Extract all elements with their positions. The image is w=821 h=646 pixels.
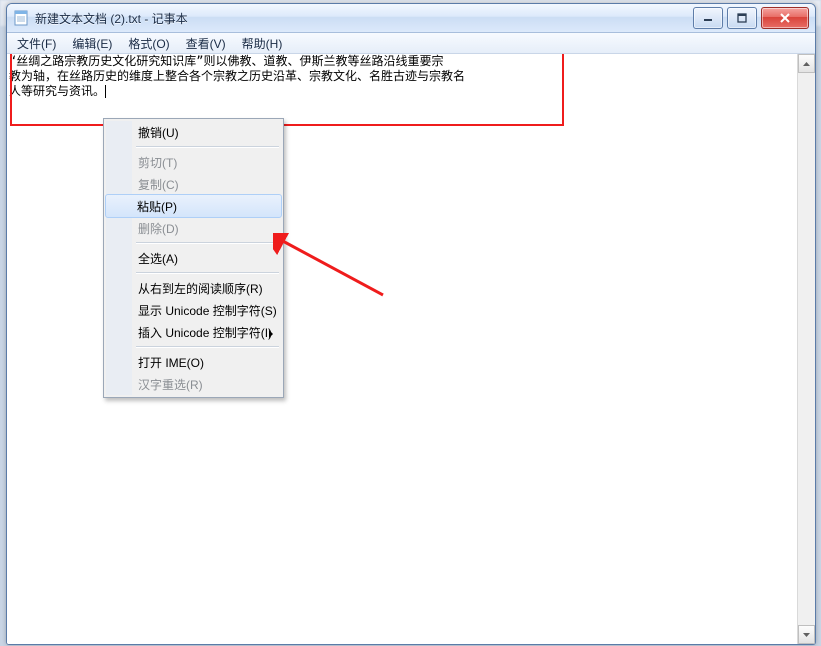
ctx-separator xyxy=(136,242,279,244)
minimize-button[interactable] xyxy=(693,7,723,29)
notepad-icon xyxy=(13,10,29,26)
ctx-separator xyxy=(136,146,279,148)
menu-edit[interactable]: 编辑(E) xyxy=(64,33,120,53)
ctx-copy: 复制(C) xyxy=(106,173,281,195)
menu-file[interactable]: 文件(F) xyxy=(9,33,64,53)
menu-view[interactable]: 查看(V) xyxy=(178,33,234,53)
chevron-up-icon xyxy=(803,62,810,66)
text-caret xyxy=(105,85,106,98)
ctx-open-ime[interactable]: 打开 IME(O) xyxy=(106,351,281,373)
ctx-undo[interactable]: 撤销(U) xyxy=(106,121,281,143)
menu-help[interactable]: 帮助(H) xyxy=(234,33,291,53)
scroll-down-button[interactable] xyxy=(798,625,815,644)
ctx-cut: 剪切(T) xyxy=(106,151,281,173)
vertical-scrollbar[interactable] xyxy=(797,54,815,644)
ctx-reconvert: 汉字重选(R) xyxy=(106,373,281,395)
ctx-paste[interactable]: 粘贴(P) xyxy=(105,194,282,218)
ctx-separator xyxy=(136,272,279,274)
document-text: “丝绸之路宗教历史文化研究知识库”则以佛教、道教、伊斯兰教等丝路沿线重要宗 教为… xyxy=(9,54,797,99)
context-menu: 撤销(U) 剪切(T) 复制(C) 粘贴(P) 删除(D) 全选(A) 从右到左… xyxy=(103,118,284,398)
ctx-select-all[interactable]: 全选(A) xyxy=(106,247,281,269)
maximize-button[interactable] xyxy=(727,7,757,29)
scroll-track[interactable] xyxy=(798,73,815,625)
ctx-delete: 删除(D) xyxy=(106,217,281,239)
ctx-rtl-reading[interactable]: 从右到左的阅读顺序(R) xyxy=(106,277,281,299)
menu-format[interactable]: 格式(O) xyxy=(120,33,177,53)
scroll-up-button[interactable] xyxy=(798,54,815,73)
window-title: 新建文本文档 (2).txt - 记事本 xyxy=(35,10,188,27)
menubar: 文件(F) 编辑(E) 格式(O) 查看(V) 帮助(H) xyxy=(7,33,815,54)
ctx-show-unicode[interactable]: 显示 Unicode 控制字符(S) xyxy=(106,299,281,321)
titlebar[interactable]: 新建文本文档 (2).txt - 记事本 xyxy=(7,4,815,33)
ctx-separator xyxy=(136,346,279,348)
submenu-arrow-icon xyxy=(269,327,273,341)
close-button[interactable] xyxy=(761,7,809,29)
ctx-insert-unicode[interactable]: 插入 Unicode 控制字符(I) xyxy=(106,321,281,343)
chevron-down-icon xyxy=(803,633,810,637)
